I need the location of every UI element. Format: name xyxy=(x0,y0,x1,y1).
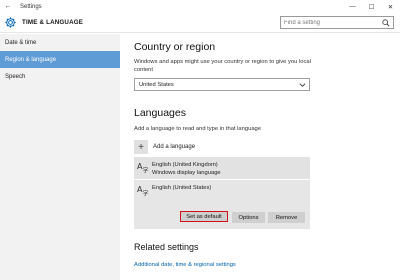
sidebar-item-label: Date & time xyxy=(5,39,37,46)
region-description: Windows and apps might use your country … xyxy=(134,59,311,73)
language-icon: A 字 xyxy=(137,185,149,197)
related-settings-heading: Related settings xyxy=(134,242,199,252)
search-icon[interactable] xyxy=(382,19,390,27)
svg-text:字: 字 xyxy=(143,167,149,174)
minimize-icon[interactable]: — xyxy=(343,0,362,13)
page-title: TIME & LANGUAGE xyxy=(22,19,84,26)
back-arrow-icon[interactable]: ← xyxy=(0,3,16,10)
additional-settings-link[interactable]: Additional date, time & regional setting… xyxy=(134,262,236,268)
sidebar-item-label: Speech xyxy=(5,73,26,80)
language-icon: A 字 xyxy=(137,162,149,174)
language-name: English (United Kingdom) xyxy=(152,162,218,168)
country-value: United States xyxy=(139,81,174,88)
language-subtitle: Windows display language xyxy=(152,169,221,176)
sidebar-item-label: Region & language xyxy=(5,56,57,63)
sidebar: Date & time Region & language Speech xyxy=(0,34,120,280)
chevron-down-icon xyxy=(299,83,306,87)
add-language-label: Add a language xyxy=(153,144,196,150)
remove-button[interactable]: Remove xyxy=(268,212,305,223)
set-as-default-button[interactable]: Set as default xyxy=(180,211,228,222)
sidebar-item-date-time[interactable]: Date & time xyxy=(0,34,120,51)
options-button[interactable]: Options xyxy=(232,212,265,223)
languages-description: Add a language to read and type in that … xyxy=(134,126,261,132)
gear-icon xyxy=(5,17,16,28)
app-header: TIME & LANGUAGE xyxy=(0,13,400,33)
sidebar-item-speech[interactable]: Speech xyxy=(0,68,120,85)
sidebar-item-region-language[interactable]: Region & language xyxy=(0,51,120,68)
add-language-button[interactable]: + Add a language xyxy=(134,140,195,154)
maximize-icon[interactable]: ☐ xyxy=(362,0,381,13)
country-dropdown[interactable]: United States xyxy=(134,78,310,91)
language-name: English (United States) xyxy=(152,185,212,191)
close-icon[interactable]: ✕ xyxy=(381,0,400,13)
title-bar: ← Settings — ☐ ✕ xyxy=(0,0,400,13)
region-heading: Country or region xyxy=(134,41,216,53)
search-box[interactable] xyxy=(280,16,394,29)
window-controls: — ☐ ✕ xyxy=(343,0,400,13)
plus-icon: + xyxy=(134,140,148,154)
languages-heading: Languages xyxy=(134,107,186,119)
language-item-en-gb[interactable]: A 字 English (United Kingdom) Windows dis… xyxy=(134,157,310,179)
search-input[interactable] xyxy=(281,17,381,28)
window-title: Settings xyxy=(20,3,42,10)
svg-text:字: 字 xyxy=(143,190,149,197)
